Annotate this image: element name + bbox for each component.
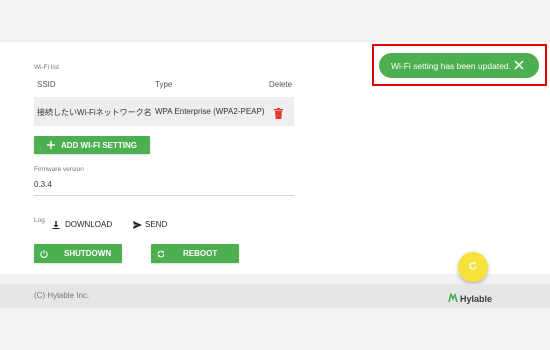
log-label: Log [34, 217, 45, 224]
send-button[interactable]: SEND [133, 220, 167, 229]
wifi-table-row: 接続したいWi-Fiネットワーク名 WPA Enterprise (WPA2-P… [34, 97, 294, 126]
send-icon [133, 220, 142, 229]
logo-text: Hylable [460, 294, 493, 304]
firmware-divider [34, 195, 294, 196]
plus-icon [47, 141, 55, 149]
copyright-text: (C) Hylable Inc. [34, 291, 90, 300]
shutdown-button[interactable]: SHUTDOWN [34, 244, 122, 263]
shutdown-label: SHUTDOWN [64, 249, 112, 258]
reboot-button[interactable]: REBOOT [151, 244, 239, 263]
column-header-delete: Delete [269, 80, 293, 89]
close-icon[interactable] [513, 59, 525, 71]
download-icon [52, 220, 60, 229]
download-button[interactable]: DOWNLOAD [52, 220, 112, 229]
add-wifi-setting-button[interactable]: ADD WI-FI SETTING [34, 136, 150, 154]
download-label: DOWNLOAD [65, 220, 113, 229]
column-header-type: Type [155, 80, 173, 89]
wifi-ssid-cell: 接続したいWi-Fiネットワーク名 [37, 108, 152, 117]
hylable-logo-icon [448, 290, 458, 308]
firmware-version-label: Firmware version [34, 166, 84, 173]
refresh-icon [468, 258, 478, 276]
reboot-label: REBOOT [183, 249, 218, 258]
hylable-logo: Hylable [448, 290, 492, 308]
add-wifi-setting-label: ADD WI-FI SETTING [61, 140, 137, 150]
refresh-fab-button[interactable] [458, 252, 488, 282]
sync-icon [157, 250, 165, 258]
toast-message: Wi-Fi setting has been updated. [391, 60, 512, 71]
wifi-list-label: Wi-Fi list [34, 64, 59, 71]
wifi-type-cell: WPA Enterprise (WPA2-PEAP) [155, 107, 265, 116]
column-header-ssid: SSID [37, 80, 56, 89]
power-icon [40, 249, 48, 258]
toast-notification: Wi-Fi setting has been updated. [379, 53, 539, 78]
trash-icon[interactable] [274, 106, 283, 119]
bottom-area [0, 308, 550, 350]
top-bar [0, 0, 550, 42]
send-label: SEND [145, 220, 168, 229]
firmware-version-value: 0.3.4 [34, 180, 52, 189]
